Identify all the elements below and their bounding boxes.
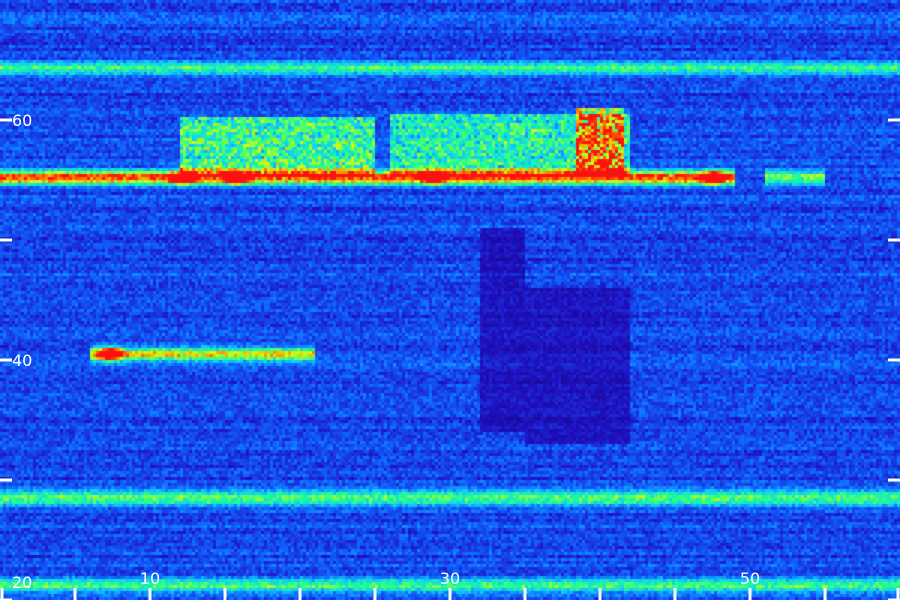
y-tick-label: 40 — [12, 351, 32, 370]
x-tick-label: 30 — [440, 569, 460, 588]
heatmap-raster — [0, 0, 900, 600]
spectrogram-heatmap — [0, 0, 900, 600]
y-tick-label: 60 — [12, 111, 32, 130]
spectrogram-chart: 20 40 60 10 30 50 — [0, 0, 900, 600]
x-tick-label: 50 — [740, 569, 760, 588]
x-tick-label: 10 — [140, 569, 160, 588]
y-tick-label: 20 — [12, 573, 32, 592]
